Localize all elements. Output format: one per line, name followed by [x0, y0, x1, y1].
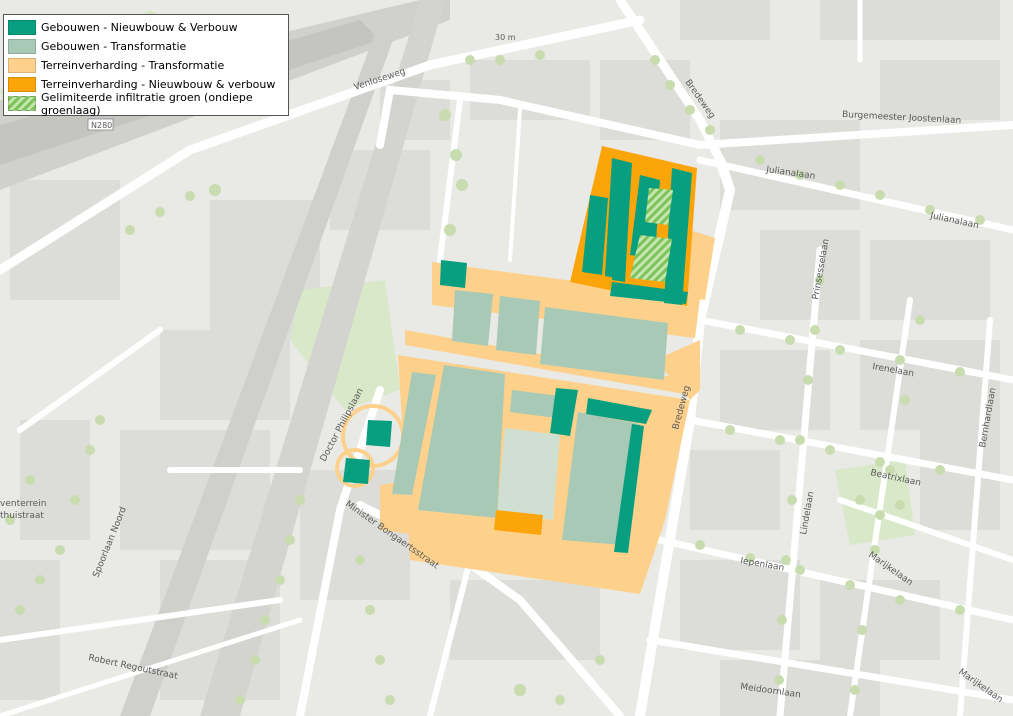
- legend-label: Gebouwen - Transformatie: [41, 40, 187, 53]
- legend-label: Terreinverharding - Transformatie: [41, 59, 225, 72]
- legend-swatch: [8, 77, 36, 92]
- road-shield-n280: N280: [87, 118, 114, 131]
- legend-item-gebouwen-transformatie: Gebouwen - Transformatie: [8, 37, 284, 56]
- legend-item-infiltratie-groen: Gelimiteerde infiltratie groen (ondiepe …: [8, 91, 284, 117]
- legend-item-terreinverharding-transformatie: Terreinverharding - Transformatie: [8, 56, 284, 75]
- legend-swatch: [8, 20, 36, 35]
- legend-label: Gebouwen - Nieuwbouw & Verbouw: [41, 21, 238, 34]
- label-distance: 30 m: [495, 33, 516, 42]
- map-legend: Gebouwen - Nieuwbouw & Verbouw Gebouwen …: [3, 14, 289, 117]
- legend-swatch: [8, 58, 36, 73]
- label-bedrijventerrein-2: thuistraat: [0, 511, 44, 521]
- legend-label: Gelimiteerde infiltratie groen (ondiepe …: [41, 90, 253, 117]
- label-n280: N280: [91, 121, 112, 130]
- legend-swatch: [8, 39, 36, 54]
- legend-label: Terreinverharding - Nieuwbouw & verbouw: [41, 78, 276, 91]
- label-bedrijventerrein-1: venterrein: [0, 499, 46, 509]
- legend-swatch-hatched: [8, 96, 36, 111]
- legend-item-gebouwen-nieuwbouw: Gebouwen - Nieuwbouw & Verbouw: [8, 18, 284, 37]
